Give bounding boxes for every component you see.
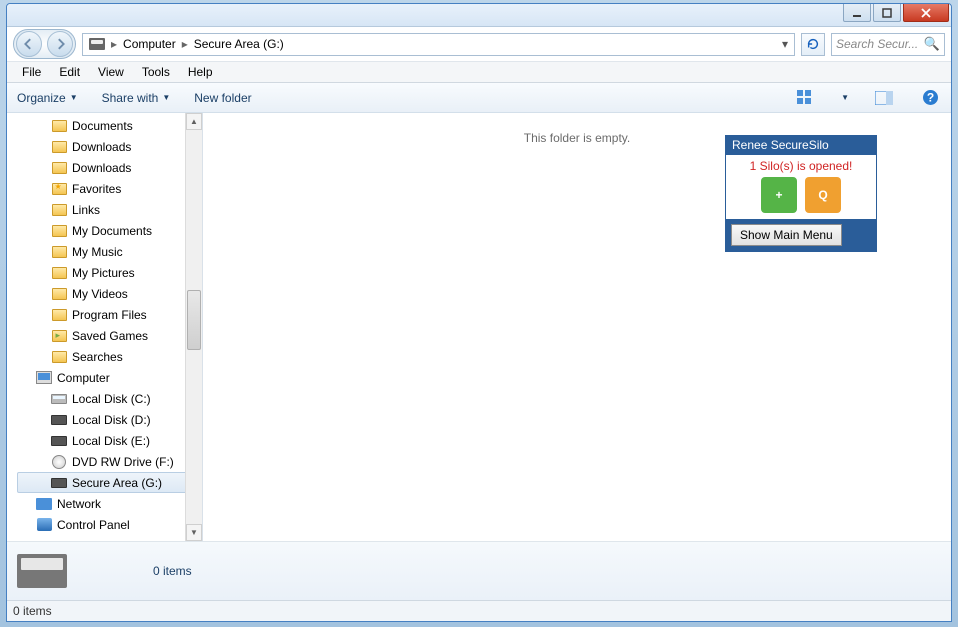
tree-item-links[interactable]: Links	[7, 199, 202, 220]
chevron-down-icon: ▼	[162, 93, 170, 102]
breadcrumb-sep-icon: ▸	[182, 37, 188, 51]
menu-edit[interactable]: Edit	[50, 63, 89, 81]
chevron-down-icon: ▼	[70, 93, 78, 102]
status-text: 0 items	[13, 604, 52, 618]
search-icon: 🔍	[924, 36, 940, 52]
minimize-button[interactable]	[843, 4, 871, 22]
menu-bar: File Edit View Tools Help	[7, 62, 951, 83]
tree-item-my-videos[interactable]: My Videos	[7, 283, 202, 304]
view-options-button[interactable]	[795, 87, 817, 109]
breadcrumb-current[interactable]: Secure Area (G:)	[194, 37, 284, 51]
toolbar: Organize▼ Share with▼ New folder ▼ ?	[7, 83, 951, 113]
content-body: Documents Downloads Downloads Favorites …	[7, 113, 951, 541]
menu-help[interactable]: Help	[179, 63, 222, 81]
tree-item-documents[interactable]: Documents	[7, 115, 202, 136]
close-button[interactable]	[903, 4, 949, 22]
tree-item-searches[interactable]: Searches	[7, 346, 202, 367]
share-with-button[interactable]: Share with▼	[102, 91, 171, 105]
plus-icon: +	[775, 188, 782, 202]
nav-buttons	[13, 29, 76, 59]
details-pane: 0 items	[7, 541, 951, 600]
refresh-button[interactable]	[801, 33, 825, 56]
menu-file[interactable]: File	[13, 63, 50, 81]
tree-item-local-disk-e[interactable]: Local Disk (E:)	[7, 430, 202, 451]
preview-pane-button[interactable]	[873, 87, 895, 109]
quick-button[interactable]: Q	[805, 177, 841, 213]
q-icon: Q	[818, 188, 827, 202]
search-placeholder: Search Secur...	[836, 37, 918, 51]
tree-item-control-panel[interactable]: Control Panel	[7, 514, 202, 535]
tree-item-my-music[interactable]: My Music	[7, 241, 202, 262]
tree-item-dvd-drive-f[interactable]: DVD RW Drive (F:)	[7, 451, 202, 472]
new-folder-button[interactable]: New folder	[194, 91, 251, 105]
menu-view[interactable]: View	[89, 63, 133, 81]
help-button[interactable]: ?	[919, 87, 941, 109]
forward-button[interactable]	[47, 31, 73, 57]
drive-icon	[89, 37, 105, 51]
tree-item-program-files[interactable]: Program Files	[7, 304, 202, 325]
search-input[interactable]: Search Secur... 🔍	[831, 33, 945, 56]
back-button[interactable]	[16, 31, 42, 57]
drive-large-icon	[17, 554, 67, 588]
tree-item-network[interactable]: Network	[7, 493, 202, 514]
tree-item-computer[interactable]: Computer	[7, 367, 202, 388]
tree-item-downloads[interactable]: Downloads	[7, 157, 202, 178]
tree-item-secure-area-g[interactable]: Secure Area (G:)	[17, 472, 190, 493]
breadcrumb-sep-icon: ▸	[111, 37, 117, 51]
file-list-pane: This folder is empty. Renee SecureSilo 1…	[203, 113, 951, 541]
maximize-button[interactable]	[873, 4, 901, 22]
tree-item-downloads[interactable]: Downloads	[7, 136, 202, 157]
svg-text:?: ?	[926, 91, 933, 105]
panel-status: 1 Silo(s) is opened!	[726, 159, 876, 177]
tree-item-my-pictures[interactable]: My Pictures	[7, 262, 202, 283]
tree-item-saved-games[interactable]: Saved Games	[7, 325, 202, 346]
chevron-down-icon[interactable]: ▼	[841, 93, 849, 102]
show-main-menu-button[interactable]: Show Main Menu	[731, 224, 842, 246]
explorer-window: ▸ Computer ▸ Secure Area (G:) ▾ Search S…	[6, 3, 952, 622]
scroll-thumb[interactable]	[187, 290, 201, 350]
tree-scrollbar[interactable]: ▲ ▼	[185, 113, 202, 541]
securesilo-panel: Renee SecureSilo 1 Silo(s) is opened! + …	[725, 135, 877, 252]
address-dropdown-icon[interactable]: ▾	[778, 37, 792, 51]
menu-tools[interactable]: Tools	[133, 63, 179, 81]
tree-item-local-disk-d[interactable]: Local Disk (D:)	[7, 409, 202, 430]
breadcrumb-computer[interactable]: Computer	[123, 37, 176, 51]
scroll-down-icon[interactable]: ▼	[186, 524, 202, 541]
panel-title: Renee SecureSilo	[726, 136, 876, 155]
item-count: 0 items	[153, 564, 192, 578]
tree-item-my-documents[interactable]: My Documents	[7, 220, 202, 241]
organize-button[interactable]: Organize▼	[17, 91, 78, 105]
title-bar	[7, 4, 951, 27]
address-row: ▸ Computer ▸ Secure Area (G:) ▾ Search S…	[7, 27, 951, 62]
tree-item-local-disk-c[interactable]: Local Disk (C:)	[7, 388, 202, 409]
status-bar: 0 items	[7, 600, 951, 621]
scroll-up-icon[interactable]: ▲	[186, 113, 202, 130]
address-bar[interactable]: ▸ Computer ▸ Secure Area (G:) ▾	[82, 33, 795, 56]
add-silo-button[interactable]: +	[761, 177, 797, 213]
tree-item-favorites[interactable]: Favorites	[7, 178, 202, 199]
nav-tree: Documents Downloads Downloads Favorites …	[7, 113, 203, 541]
